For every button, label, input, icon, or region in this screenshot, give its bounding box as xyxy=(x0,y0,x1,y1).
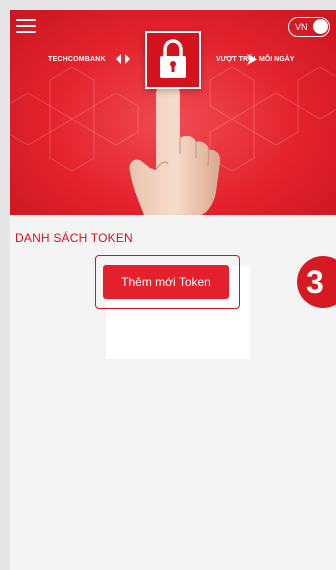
slogan-part2: MỖI NGÀY xyxy=(259,56,295,63)
toggle-knob xyxy=(313,19,328,34)
hamburger-menu-icon[interactable] xyxy=(16,19,36,35)
padlock-tile xyxy=(145,31,201,89)
language-label: VN xyxy=(295,22,308,32)
language-toggle[interactable]: VN xyxy=(288,17,330,37)
hero-banner: VN TECHCOMBANK VƯỢT TRỘI MỖI NGÀY xyxy=(10,10,336,215)
add-token-button[interactable]: Thêm mới Token xyxy=(103,265,229,299)
techcombank-logo-icon xyxy=(116,54,130,64)
section-title: DANH SÁCH TOKEN xyxy=(15,231,133,245)
brand-name: TECHCOMBANK xyxy=(48,56,106,63)
slogan-arrow-icon xyxy=(247,54,257,65)
padlock-icon xyxy=(160,39,186,78)
pointing-hand-image xyxy=(129,83,221,215)
